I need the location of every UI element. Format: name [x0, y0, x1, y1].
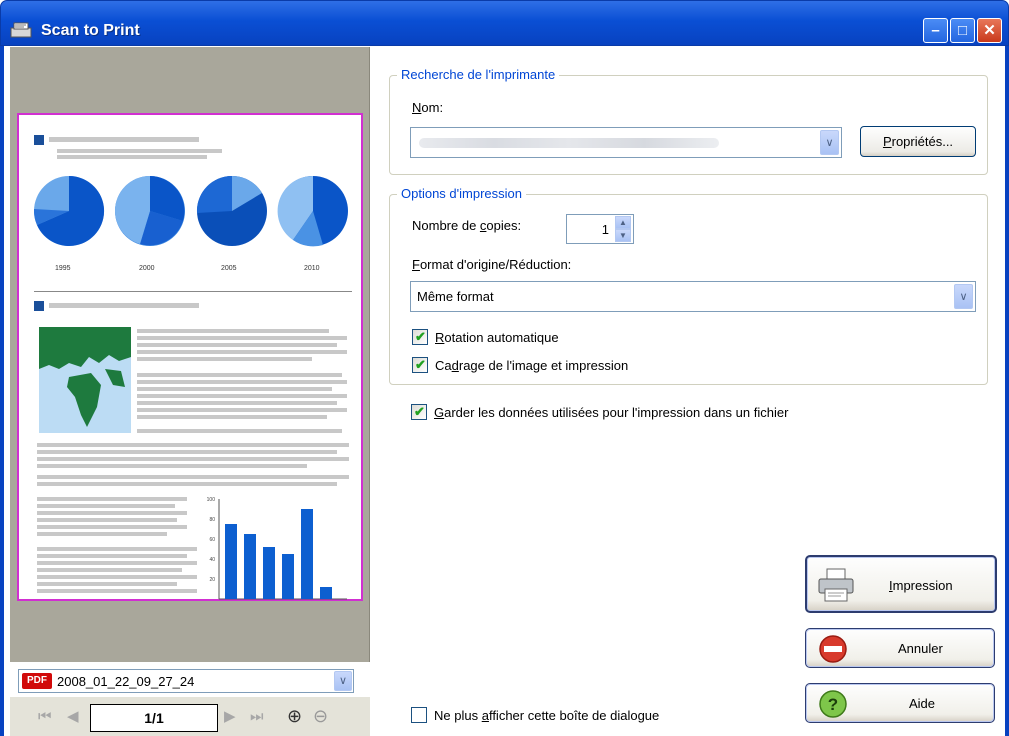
chevron-down-icon[interactable]: ∨ — [334, 671, 352, 691]
bar — [263, 547, 275, 599]
page-number-field[interactable]: 1/1 — [90, 704, 218, 732]
crop-print-label[interactable]: Cadrage de l'image et impression — [435, 358, 628, 373]
print-button-label: Impression — [889, 578, 953, 593]
pie-label: 2000 — [139, 265, 155, 272]
keep-data-checkbox[interactable]: ✔ — [411, 404, 427, 420]
format-select[interactable]: Même format ∨ — [410, 281, 976, 312]
spin-down-icon[interactable]: ▼ — [615, 229, 631, 242]
bar-axis-tick: 20 — [209, 577, 215, 583]
print-options-group: Options d'impression Nombre de copies: F… — [389, 186, 988, 385]
pie-1995 — [33, 175, 105, 246]
zoom-in-icon[interactable]: ⊕ — [287, 706, 302, 727]
printer-search-group: Recherche de l'imprimante Nom: ∨ Proprié… — [389, 67, 988, 175]
maximize-button[interactable]: □ — [950, 18, 975, 43]
chevron-down-icon[interactable]: ∨ — [820, 130, 839, 155]
file-name: 2008_01_22_09_27_24 — [57, 674, 195, 689]
bar — [282, 554, 294, 599]
divider — [34, 291, 352, 292]
bar-axis-tick: 40 — [209, 557, 215, 563]
properties-button[interactable]: Propriétés... — [860, 126, 976, 157]
document-page-preview: 1995 2000 2005 2010 100 80 60 40 20 — [17, 113, 363, 601]
window-title: Scan to Print — [41, 22, 140, 39]
format-value: Même format — [417, 289, 494, 304]
page-navigation: ⏮ ◀ 1/1 ▶ ⏭ ⊕ ⊖ — [10, 697, 370, 736]
bar — [320, 587, 332, 599]
copies-value: 1 — [601, 222, 609, 237]
cancel-button[interactable]: Annuler — [805, 628, 995, 668]
dont-show-checkbox[interactable] — [411, 707, 427, 723]
print-options-legend: Options d'impression — [397, 186, 526, 201]
next-page-button[interactable]: ▶ — [224, 709, 236, 724]
printer-icon — [818, 568, 854, 602]
help-button-label: Aide — [909, 696, 936, 711]
close-button[interactable]: ✕ — [977, 18, 1002, 43]
title-bar: Scan to Print – □ ✕ — [0, 0, 1009, 46]
pie-charts — [33, 175, 348, 247]
printer-search-legend: Recherche de l'imprimante — [397, 67, 560, 82]
chevron-down-icon[interactable]: ∨ — [954, 284, 973, 309]
auto-rotate-checkbox[interactable]: ✔ — [412, 329, 428, 345]
cancel-button-label: Annuler — [898, 641, 943, 656]
previous-page-button[interactable]: ◀ — [67, 709, 79, 724]
pie-label: 2005 — [221, 265, 237, 272]
svg-text:?: ? — [828, 695, 838, 714]
world-map-image — [39, 327, 131, 433]
cancel-icon — [819, 635, 847, 663]
help-button[interactable]: ? Aide — [805, 683, 995, 723]
copies-stepper[interactable]: 1 ▲ ▼ — [566, 214, 634, 244]
preview-pane: 1995 2000 2005 2010 100 80 60 40 20 — [10, 47, 370, 662]
pie-2000 — [115, 176, 185, 246]
file-select[interactable]: PDF 2008_01_22_09_27_24 ∨ — [18, 669, 354, 693]
heading-marker — [34, 135, 44, 145]
printer-name-value-blurred — [419, 138, 719, 148]
format-label: Format d'origine/Réduction: — [412, 257, 572, 272]
bar-axis-tick: 60 — [209, 537, 215, 543]
scanner-app-icon — [10, 22, 32, 38]
pie-label: 1995 — [55, 265, 71, 272]
bar-axis-tick: 80 — [209, 517, 215, 523]
bar — [301, 509, 313, 599]
first-page-button[interactable]: ⏮ — [38, 709, 52, 724]
zoom-out-icon[interactable]: ⊖ — [313, 706, 328, 727]
help-icon: ? — [819, 690, 847, 718]
bar — [244, 534, 256, 599]
last-page-button[interactable]: ⏭ — [250, 709, 264, 724]
pie-2005 — [196, 175, 267, 246]
bar-axis-tick: 100 — [207, 497, 216, 503]
pdf-icon: PDF — [22, 673, 52, 689]
copies-label: Nombre de copies: — [412, 218, 522, 233]
auto-rotate-label[interactable]: Rotation automatique — [435, 330, 559, 345]
minimize-button[interactable]: – — [923, 18, 948, 43]
bar — [225, 524, 237, 599]
crop-print-checkbox[interactable]: ✔ — [412, 357, 428, 373]
printer-name-label: Nom: — [412, 100, 444, 115]
pie-label: 2010 — [304, 265, 320, 272]
window-frame-right — [1005, 46, 1009, 736]
print-button[interactable]: Impression — [805, 555, 997, 613]
bar-chart-image: 100 80 60 40 20 — [207, 497, 347, 600]
dont-show-label[interactable]: Ne plus afficher cette boîte de dialogue — [434, 708, 659, 723]
heading-marker — [34, 301, 44, 311]
keep-data-label[interactable]: Garder les données utilisées pour l'impr… — [434, 405, 788, 420]
spin-up-icon[interactable]: ▲ — [615, 216, 631, 229]
window-frame-left — [0, 46, 4, 736]
printer-name-select[interactable]: ∨ — [410, 127, 842, 158]
pie-2010 — [277, 175, 348, 247]
